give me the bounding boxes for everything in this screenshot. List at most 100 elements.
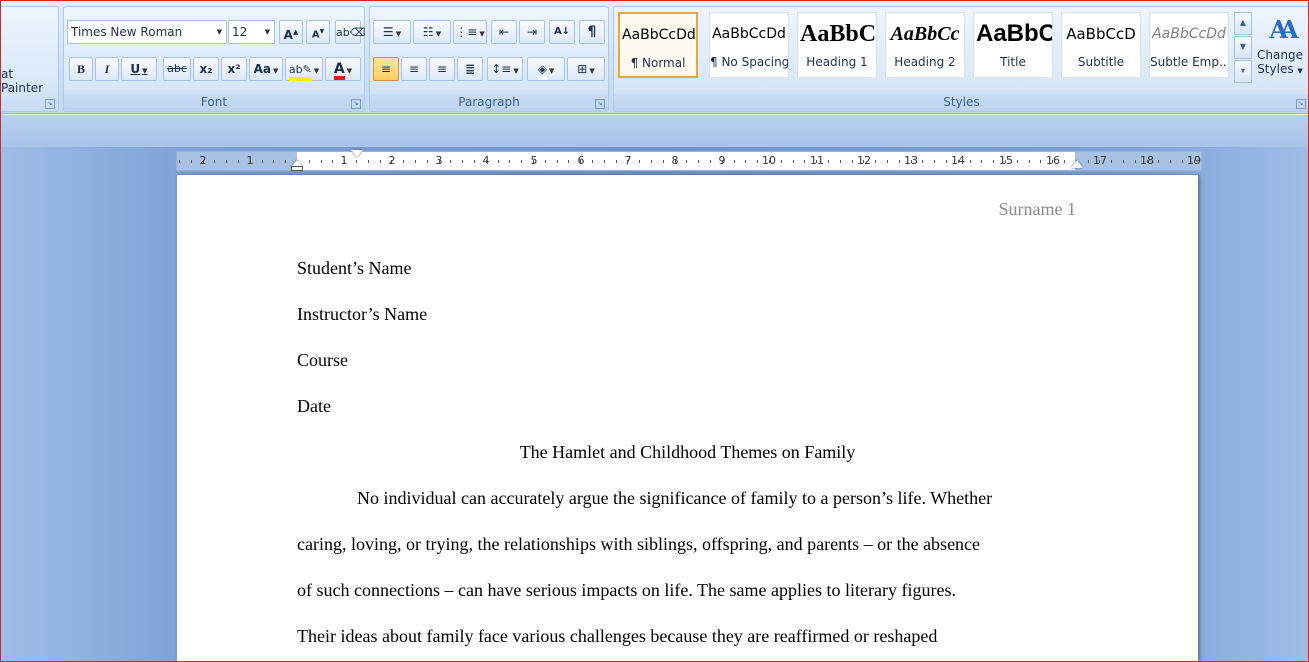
ruler-tick: [839, 160, 841, 163]
bullets-icon: ☰: [382, 25, 394, 39]
ruler-tick: [202, 160, 204, 163]
ruler-tick: [521, 160, 523, 163]
ruler-tick: [1005, 160, 1006, 163]
increase-indent-button[interactable]: ⇥: [519, 20, 545, 44]
font-group: Times New Roman ▼ 12 ▼ A▲ A▼ ab⌫ B I U ▼ …: [63, 6, 365, 112]
show-hide-button[interactable]: ¶: [579, 20, 605, 44]
change-styles-button[interactable]: AA Change Styles ▼: [1254, 12, 1306, 90]
style-subtitle[interactable]: AaBbCcD Subtitle: [1061, 12, 1141, 78]
strikethrough-icon: abc: [167, 62, 187, 75]
decrease-indent-button[interactable]: ⇤: [491, 20, 517, 44]
ruler-tick: [745, 160, 747, 163]
justify-button[interactable]: ≣: [457, 57, 483, 81]
bold-button[interactable]: B: [69, 57, 93, 81]
style-sample: AaBbCcDd: [1152, 26, 1226, 42]
first-line-indent-marker[interactable]: [351, 150, 363, 157]
right-indent-marker[interactable]: [1071, 160, 1083, 168]
ruler-tick: [1016, 160, 1018, 163]
gallery-more-icon[interactable]: ▾: [1234, 60, 1252, 83]
line-spacing-button[interactable]: ↕≡ ▼: [487, 57, 523, 81]
shading-button[interactable]: ◈ ▼: [527, 57, 565, 81]
ruler-tick: [344, 160, 346, 163]
ruler-tick: [733, 160, 735, 163]
subscript-button[interactable]: x₂: [193, 57, 219, 81]
ruler-tick: [769, 160, 770, 163]
page-header: Surname 1: [998, 199, 1076, 219]
ruler-tick: [898, 160, 900, 163]
format-painter-button[interactable]: at Painter: [1, 67, 58, 95]
superscript-button[interactable]: x²: [221, 57, 247, 81]
paragraph-dialog-launcher-icon[interactable]: ↘: [595, 99, 605, 109]
strikethrough-button[interactable]: abc: [163, 57, 191, 81]
style-title[interactable]: AaBbC Title: [973, 12, 1053, 78]
shrink-font-button[interactable]: A▼: [306, 20, 330, 44]
style-sample: AaBbC: [976, 20, 1052, 47]
ruler-tick: [1134, 160, 1136, 163]
font-color-button[interactable]: A ▼: [325, 57, 361, 81]
horizontal-ruler[interactable]: 2 1 1 2 3 4 5 6 7 8 9 10 11 12 13 14 15 …: [176, 150, 1202, 171]
chevron-down-icon: ▼: [216, 28, 222, 36]
date-line: Date: [297, 396, 331, 416]
numbering-icon: ☷: [422, 25, 434, 39]
underline-button[interactable]: U ▼: [121, 57, 157, 81]
align-right-icon: ≡: [436, 62, 448, 76]
style-heading-2[interactable]: AaBbCc Heading 2: [885, 12, 965, 78]
grow-font-button[interactable]: A▲: [279, 20, 303, 44]
ruler-tick: [674, 160, 676, 163]
subscript-icon: x₂: [199, 62, 213, 76]
highlight-button[interactable]: ab✎ ▼: [285, 57, 323, 81]
chevron-down-icon: ▼: [346, 67, 353, 75]
font-name-combo[interactable]: Times New Roman ▼: [67, 20, 227, 44]
clipboard-dialog-launcher-icon[interactable]: ↘: [45, 99, 55, 109]
change-case-icon: Aa: [253, 62, 271, 76]
ruler-tick: [403, 160, 405, 163]
style-subtle-emphasis[interactable]: AaBbCcDd Subtle Emp...: [1149, 12, 1229, 78]
borders-button[interactable]: ⊞ ▼: [567, 57, 605, 81]
ruler-tick: [497, 160, 499, 163]
bullets-button[interactable]: ☰ ▼: [373, 20, 411, 44]
ruler-tick: [1028, 160, 1030, 163]
font-size-value: 12: [232, 25, 248, 39]
ruler-tick: [214, 160, 216, 163]
numbering-button[interactable]: ☷ ▼: [413, 20, 451, 44]
ruler-tick: [391, 160, 393, 163]
style-heading-1[interactable]: AaBbC Heading 1: [797, 12, 877, 78]
line-spacing-icon: ↕≡: [491, 62, 512, 76]
multilevel-list-button[interactable]: ⋮≡ ▼: [453, 20, 487, 44]
gallery-down-icon[interactable]: ▼: [1234, 36, 1252, 59]
styles-dialog-launcher-icon[interactable]: ↘: [1296, 99, 1306, 109]
style-normal[interactable]: AaBbCcDd ¶ Normal: [618, 12, 698, 78]
ruler-tick: [1193, 160, 1195, 163]
ruler-tick: [320, 160, 322, 163]
align-left-button[interactable]: ≡: [373, 57, 399, 81]
align-center-button[interactable]: ≡: [401, 57, 427, 81]
font-dialog-launcher-icon[interactable]: ↘: [351, 99, 361, 109]
clipboard-group: at Painter ↘: [0, 6, 59, 112]
sort-button[interactable]: A↓: [549, 20, 575, 44]
ruler-tick: [910, 160, 912, 163]
ruler-tick: [273, 160, 275, 163]
ruler-tick: [981, 160, 983, 163]
ruler-tick: [816, 160, 818, 163]
ruler-tick: [379, 160, 381, 163]
instructor-name-line: Instructor’s Name: [297, 304, 428, 324]
ruler-tick: [1158, 160, 1160, 163]
body-line: Their ideas about family face various ch…: [297, 626, 938, 646]
chevron-down-icon: ▼: [479, 30, 485, 38]
chevron-down-icon: ▼: [395, 30, 402, 38]
ruler-tick: [1040, 160, 1042, 163]
ruler-tick: [698, 160, 700, 163]
clear-formatting-button[interactable]: ab⌫: [335, 20, 365, 44]
gallery-up-icon[interactable]: ▲: [1234, 12, 1252, 35]
increase-indent-icon: ⇥: [526, 25, 538, 39]
ruler-tick: [568, 160, 570, 163]
chevron-down-icon: ▼: [548, 67, 555, 75]
style-no-spacing[interactable]: AaBbCcDd ¶ No Spacing: [709, 12, 789, 78]
document-page[interactable]: Surname 1 Student’s Name Instructor’s Na…: [177, 175, 1198, 662]
ruler-tick: [804, 160, 806, 163]
change-case-button[interactable]: Aa ▼: [249, 57, 283, 81]
align-right-button[interactable]: ≡: [429, 57, 455, 81]
italic-button[interactable]: I: [95, 57, 119, 81]
left-indent-marker[interactable]: [291, 166, 303, 171]
font-size-combo[interactable]: 12 ▼: [228, 20, 275, 44]
